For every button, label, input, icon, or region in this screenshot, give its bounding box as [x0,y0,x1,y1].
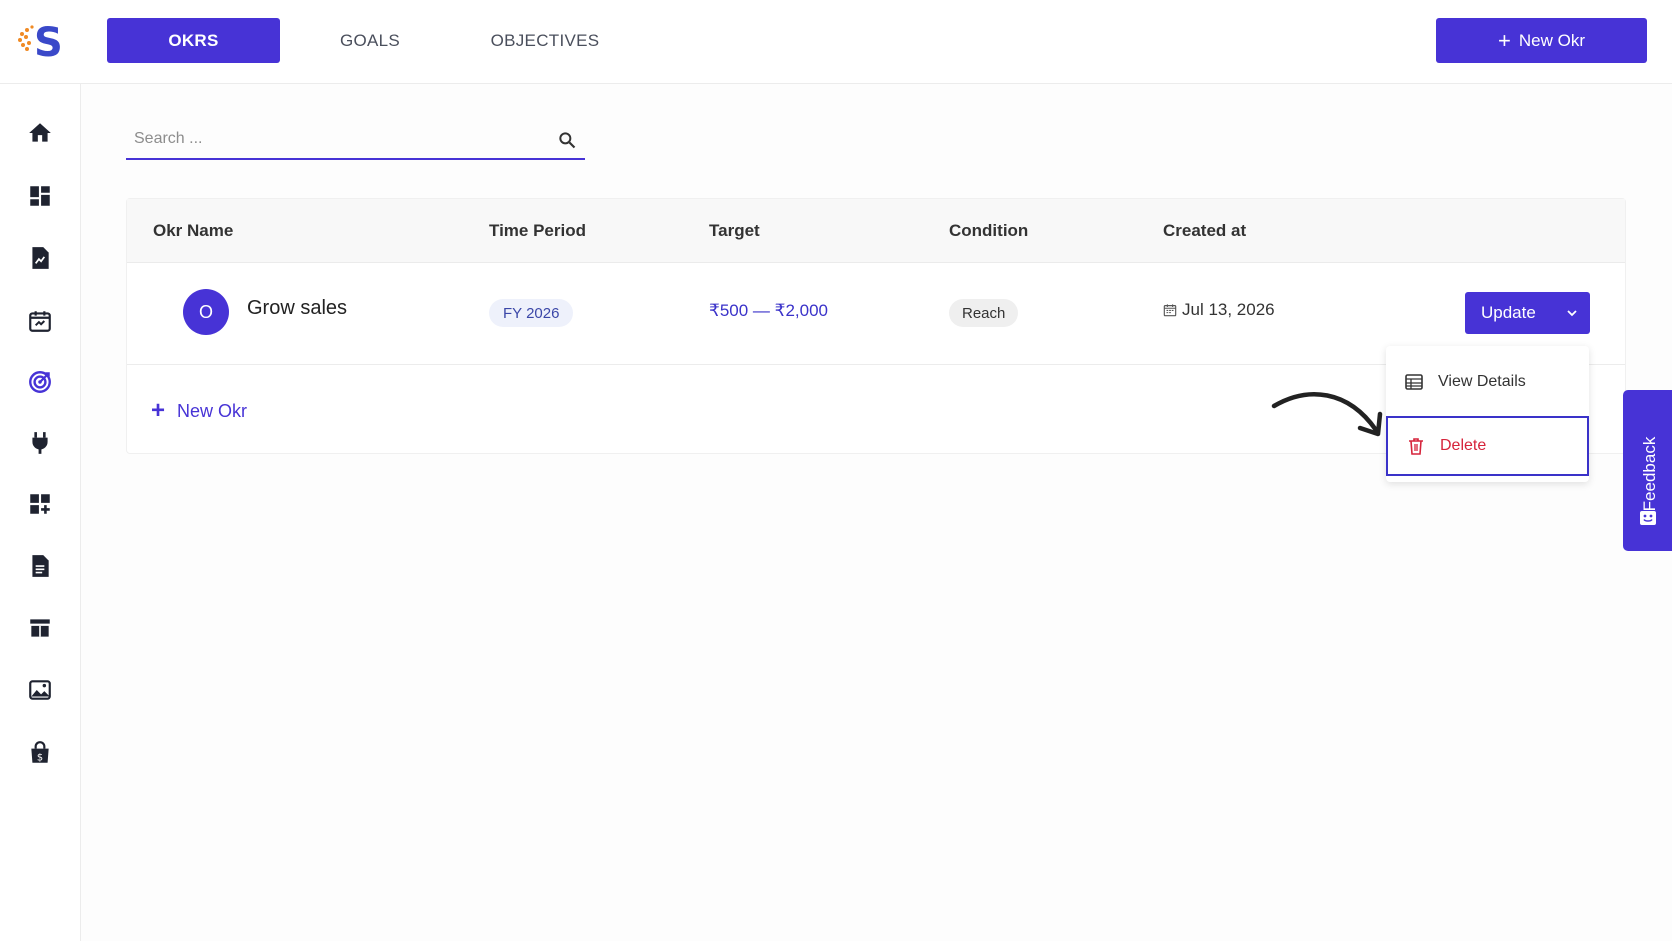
document-icon[interactable] [27,553,53,579]
menu-item-view-details[interactable]: View Details [1386,352,1589,412]
target-range: ₹500 — ₹2,000 [709,301,828,320]
app-logo[interactable]: S [16,18,66,66]
image-icon[interactable] [27,677,53,703]
smiley-icon [1640,511,1656,525]
menu-item-delete[interactable]: Delete [1386,416,1589,476]
feedback-tab[interactable]: Feedback [1623,390,1672,551]
svg-text:S: S [34,20,63,62]
created-at: Jul 13, 2026 [1163,300,1275,320]
annotation-arrow-icon [1271,392,1383,437]
column-header-time-period: Time Period [489,221,586,240]
new-okr-button-label: New Okr [1518,30,1585,50]
column-header-created-at: Created at [1163,221,1247,240]
shopping-bag-icon[interactable]: $ [27,740,53,766]
chart-report-icon[interactable] [27,245,53,271]
update-button-label: Update [1481,303,1536,322]
plus-icon: + [151,397,166,424]
top-bar: S OKRS GOALS OBJECTIVES + New Okr [0,0,1672,84]
chevron-down-icon[interactable] [1554,309,1590,317]
okr-name[interactable]: Grow sales [247,297,347,320]
feedback-label: Feedback [1640,436,1659,512]
avatar: O [183,289,229,335]
new-okr-button[interactable]: + New Okr [1436,18,1647,63]
storefront-icon[interactable] [27,615,53,641]
menu-item-label: Delete [1440,437,1487,454]
search-input[interactable] [126,122,526,156]
tab-okrs[interactable]: OKRS [107,18,280,63]
add-widget-icon[interactable] [27,491,53,517]
search-icon[interactable] [557,130,577,150]
table-header: Okr Name Time Period Target Condition Cr… [127,199,1625,263]
column-header-okr-name: Okr Name [153,221,234,240]
time-period-badge: FY 2026 [489,299,574,327]
column-header-condition: Condition [949,221,1029,240]
search-bar [126,122,585,160]
plus-icon: + [1498,27,1511,53]
tab-objectives[interactable]: OBJECTIVES [470,18,620,63]
add-okr-link[interactable]: + New Okr [151,399,247,423]
row-actions-menu: View Details Delete [1386,346,1589,482]
condition-badge: Reach [949,299,1019,327]
table-icon [1405,374,1423,390]
plug-icon[interactable] [27,430,53,456]
menu-item-label: View Details [1438,373,1526,390]
trash-icon [1409,438,1423,455]
add-okr-link-label: New Okr [177,400,248,421]
update-button[interactable]: Update [1465,292,1590,334]
tab-goals[interactable]: GOALS [310,18,430,63]
svg-text:$: $ [37,753,43,764]
calendar-icon[interactable] [27,308,53,334]
created-at-date: Jul 13, 2026 [1182,300,1275,319]
dashboard-icon[interactable] [27,183,53,209]
target-icon[interactable] [27,369,53,395]
sidebar: $ [0,84,81,941]
home-icon[interactable] [27,120,53,146]
column-header-target: Target [709,221,760,240]
calendar-small-icon [1163,304,1177,317]
